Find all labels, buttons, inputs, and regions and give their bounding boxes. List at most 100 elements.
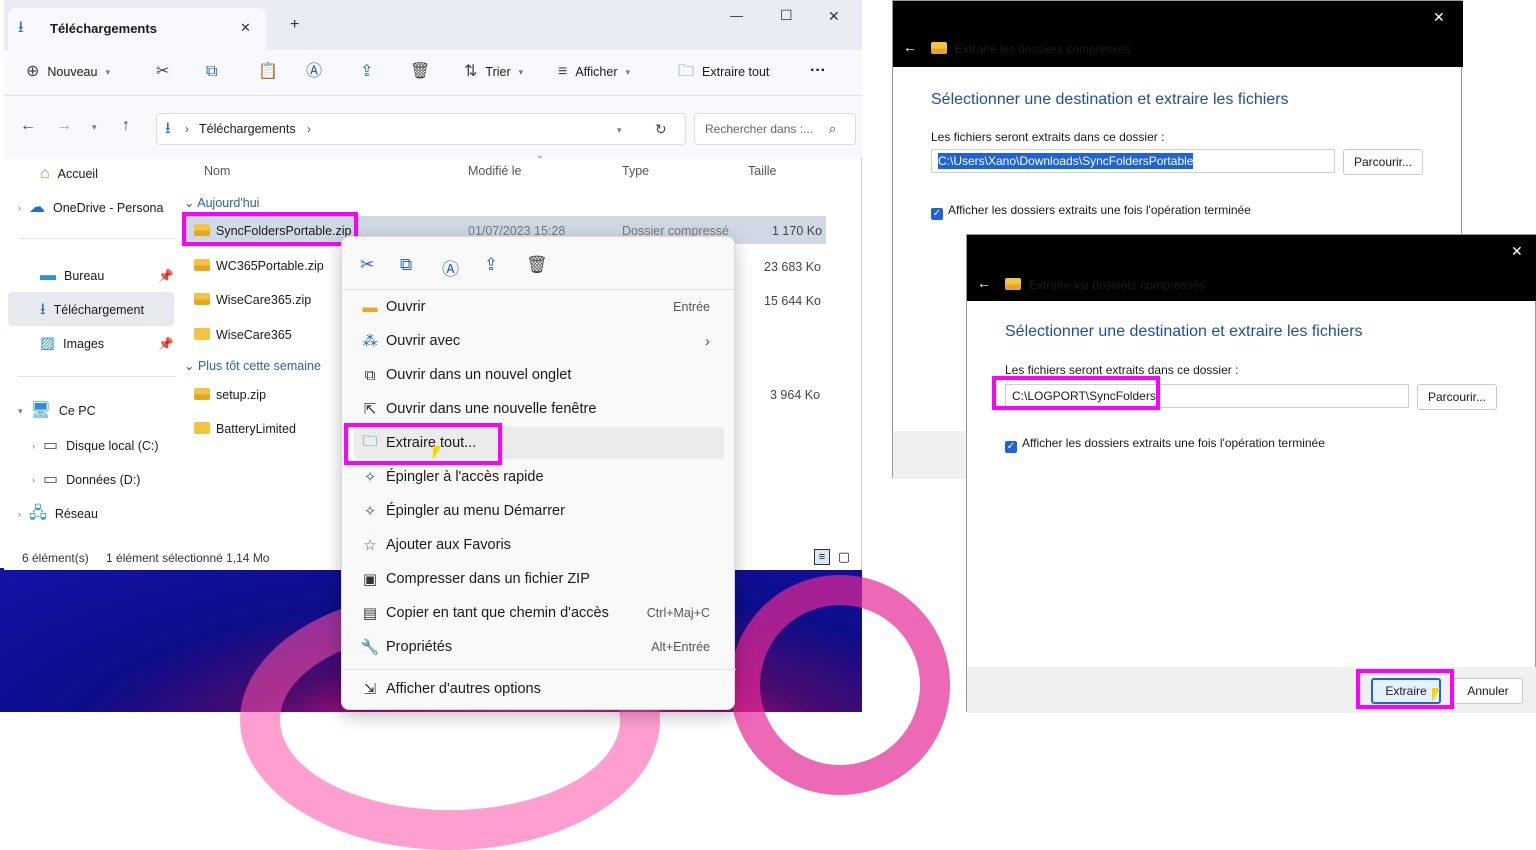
highlight-extract-all: [344, 423, 502, 465]
table-row[interactable]: BatteryLimited: [194, 422, 296, 436]
close-tab-icon[interactable]: ✕: [240, 20, 251, 36]
nav-item-home[interactable]: ⌂ Accueil: [40, 166, 98, 182]
nav-item-this-pc[interactable]: ▾ 🖥 Ce PC: [18, 403, 96, 419]
close-icon[interactable]: ✕: [1433, 9, 1445, 26]
menu-item-more-options[interactable]: ⇲ Afficher d'autres options: [354, 673, 724, 705]
minimize-button[interactable]: —: [730, 8, 743, 23]
menu-item-copy-path[interactable]: ▤ Copier en tant que chemin d'accès Ctrl…: [354, 597, 724, 629]
checkbox-label: Afficher les dossiers extraits une fois …: [948, 203, 1251, 217]
nav-item-local-disk[interactable]: › ▭ Disque local (C:): [32, 438, 159, 454]
nav-divider: [18, 238, 176, 239]
tiles-view-icon[interactable]: ▢: [836, 549, 852, 565]
new-tab-button[interactable]: +: [290, 16, 299, 34]
back-arrow-icon[interactable]: ←: [20, 118, 36, 134]
menu-item-properties[interactable]: 🔧 Propriétés Alt+Entrée: [354, 631, 724, 663]
menu-item-compress-zip[interactable]: ▣ Compresser dans un fichier ZIP: [354, 563, 724, 595]
show-extracted-checkbox[interactable]: ✓ Afficher les dossiers extraits une fois…: [1005, 436, 1325, 453]
nav-item-images[interactable]: ▨ Images 📌: [40, 335, 174, 352]
group-earlier[interactable]: ⌄ Plus tôt cette semaine: [184, 358, 321, 373]
group-today[interactable]: ⌄ Aujourd'hui: [184, 195, 259, 210]
close-window-button[interactable]: ✕: [828, 8, 840, 25]
recent-chevron-icon[interactable]: ▾: [92, 122, 97, 133]
new-button[interactable]: ⊕ Nouveau ▾: [26, 64, 110, 80]
new-label: Nouveau: [47, 65, 98, 79]
details-view-icon[interactable]: ≡: [814, 549, 830, 565]
copy-icon[interactable]: ⧉: [400, 255, 412, 275]
sort-button[interactable]: ⇅ Trier ▾: [464, 64, 523, 80]
table-row[interactable]: setup.zip: [194, 388, 266, 402]
cut-icon[interactable]: ✂: [360, 255, 374, 275]
back-arrow-icon[interactable]: ←: [903, 39, 917, 55]
maximize-button[interactable]: ☐: [780, 7, 793, 24]
search-icon: ⌕: [829, 121, 837, 136]
highlight-destination-path: [992, 376, 1160, 410]
forward-arrow-icon[interactable]: →: [56, 118, 72, 134]
copy-icon[interactable]: ⧉: [206, 64, 217, 80]
tab-downloads[interactable]: ⭳ Téléchargements ✕: [8, 8, 266, 50]
share-icon[interactable]: ⇪: [484, 255, 498, 275]
nav-item-data-disk[interactable]: › ▭ Données (D:): [32, 472, 140, 488]
extract-all-button[interactable]: 🗀 Extraire tout: [678, 64, 769, 80]
folder-icon: [194, 422, 210, 434]
nav-label: OneDrive - Persona: [53, 201, 164, 215]
breadcrumb-downloads[interactable]: Téléchargements: [199, 122, 296, 136]
delete-icon[interactable]: 🗑: [410, 64, 430, 80]
checkmark-icon: ✓: [1005, 441, 1017, 453]
close-icon[interactable]: ✕: [1511, 243, 1523, 260]
search-box[interactable]: Rechercher dans :... ⌕: [694, 113, 856, 145]
highlight-selected-file: [182, 212, 358, 246]
dialog-titlebar: ✕ ← Extraire les dossiers compressés: [893, 1, 1463, 67]
cut-icon[interactable]: ✂: [156, 64, 169, 80]
zip-icon: ▣: [362, 571, 378, 588]
address-bar[interactable]: ⭳ › Téléchargements › ▾ ↻: [156, 113, 686, 145]
column-modified[interactable]: Modifié le: [468, 164, 522, 178]
back-arrow-icon[interactable]: ←: [977, 275, 991, 291]
chevron-right-icon: ›: [18, 509, 21, 519]
cancel-button[interactable]: Annuler: [1453, 678, 1523, 704]
chevron-down-icon: ▾: [625, 66, 631, 77]
show-extracted-checkbox[interactable]: ✓ Afficher les dossiers extraits une fois…: [931, 203, 1251, 220]
menu-item-open-with[interactable]: ⁂ Ouvrir avec ›: [354, 325, 724, 357]
status-count: 6 élément(s): [22, 551, 89, 565]
rename-icon[interactable]: Ⓐ: [306, 64, 322, 80]
context-menu: ✂ ⧉ Ⓐ ⇪ 🗑 ▬ Ouvrir Entrée ⁂ Ouvrir avec …: [341, 236, 736, 710]
menu-item-open[interactable]: ▬ Ouvrir Entrée: [354, 291, 724, 323]
more-options-button[interactable]: ···: [810, 62, 826, 80]
view-button[interactable]: ≡ Afficher ▾: [558, 64, 630, 80]
extract-dialog-front: ✕ ← Extraire les dossiers compressés Sél…: [966, 234, 1536, 713]
share-icon[interactable]: ⇪: [360, 64, 373, 80]
table-row[interactable]: WC365Portable.zip: [194, 259, 324, 273]
image-icon: ▨: [40, 335, 56, 352]
menu-item-pin-start[interactable]: ✧ Épingler au menu Démarrer: [354, 495, 724, 527]
desktop-icon: ▬: [40, 267, 56, 284]
paste-icon[interactable]: 📋: [258, 64, 278, 80]
column-size[interactable]: Taille: [748, 164, 777, 178]
table-row[interactable]: WiseCare365: [194, 328, 292, 342]
column-type[interactable]: Type: [622, 164, 649, 178]
menu-item-open-new-window[interactable]: ⇱ Ouvrir dans une nouvelle fenêtre: [354, 393, 724, 425]
menu-item-pin-quick-access[interactable]: ✧ Épingler à l'accès rapide: [354, 461, 724, 493]
nav-item-network[interactable]: › 🖧 Réseau: [18, 506, 98, 522]
menu-item-add-favorites[interactable]: ☆ Ajouter aux Favoris: [354, 529, 724, 561]
pin-icon: ✧: [363, 469, 377, 486]
table-row[interactable]: WiseCare365.zip: [194, 293, 311, 307]
up-arrow-icon[interactable]: ↑: [122, 118, 130, 134]
delete-icon[interactable]: 🗑: [526, 255, 548, 275]
rename-icon[interactable]: Ⓐ: [442, 255, 459, 280]
destination-input[interactable]: C:\Users\Xano\Downloads\SyncFoldersPorta…: [931, 149, 1335, 173]
menu-item-open-new-tab[interactable]: ⧉ Ouvrir dans un nouvel onglet: [354, 359, 724, 391]
nav-item-desktop[interactable]: ▬ Bureau 📌: [40, 267, 174, 284]
nav-item-onedrive[interactable]: › ☁ OneDrive - Persona: [18, 200, 163, 216]
new-tab-icon: ⧉: [364, 366, 376, 384]
menu-divider: [342, 669, 736, 670]
refresh-icon[interactable]: ↻: [655, 121, 667, 137]
nav-item-downloads[interactable]: ⭳ Téléchargement: [40, 302, 144, 318]
menu-label: Ouvrir: [386, 299, 426, 315]
status-selection: 1 élément sélectionné 1,14 Mo: [106, 551, 270, 565]
address-dropdown-icon[interactable]: ▾: [617, 125, 622, 136]
menu-shortcut: Ctrl+Maj+C: [646, 606, 710, 620]
browse-button[interactable]: Parcourir...: [1343, 149, 1423, 175]
browse-button[interactable]: Parcourir...: [1417, 384, 1497, 410]
nav-label: Disque local (C:): [66, 439, 159, 453]
column-name[interactable]: Nom: [204, 164, 230, 178]
